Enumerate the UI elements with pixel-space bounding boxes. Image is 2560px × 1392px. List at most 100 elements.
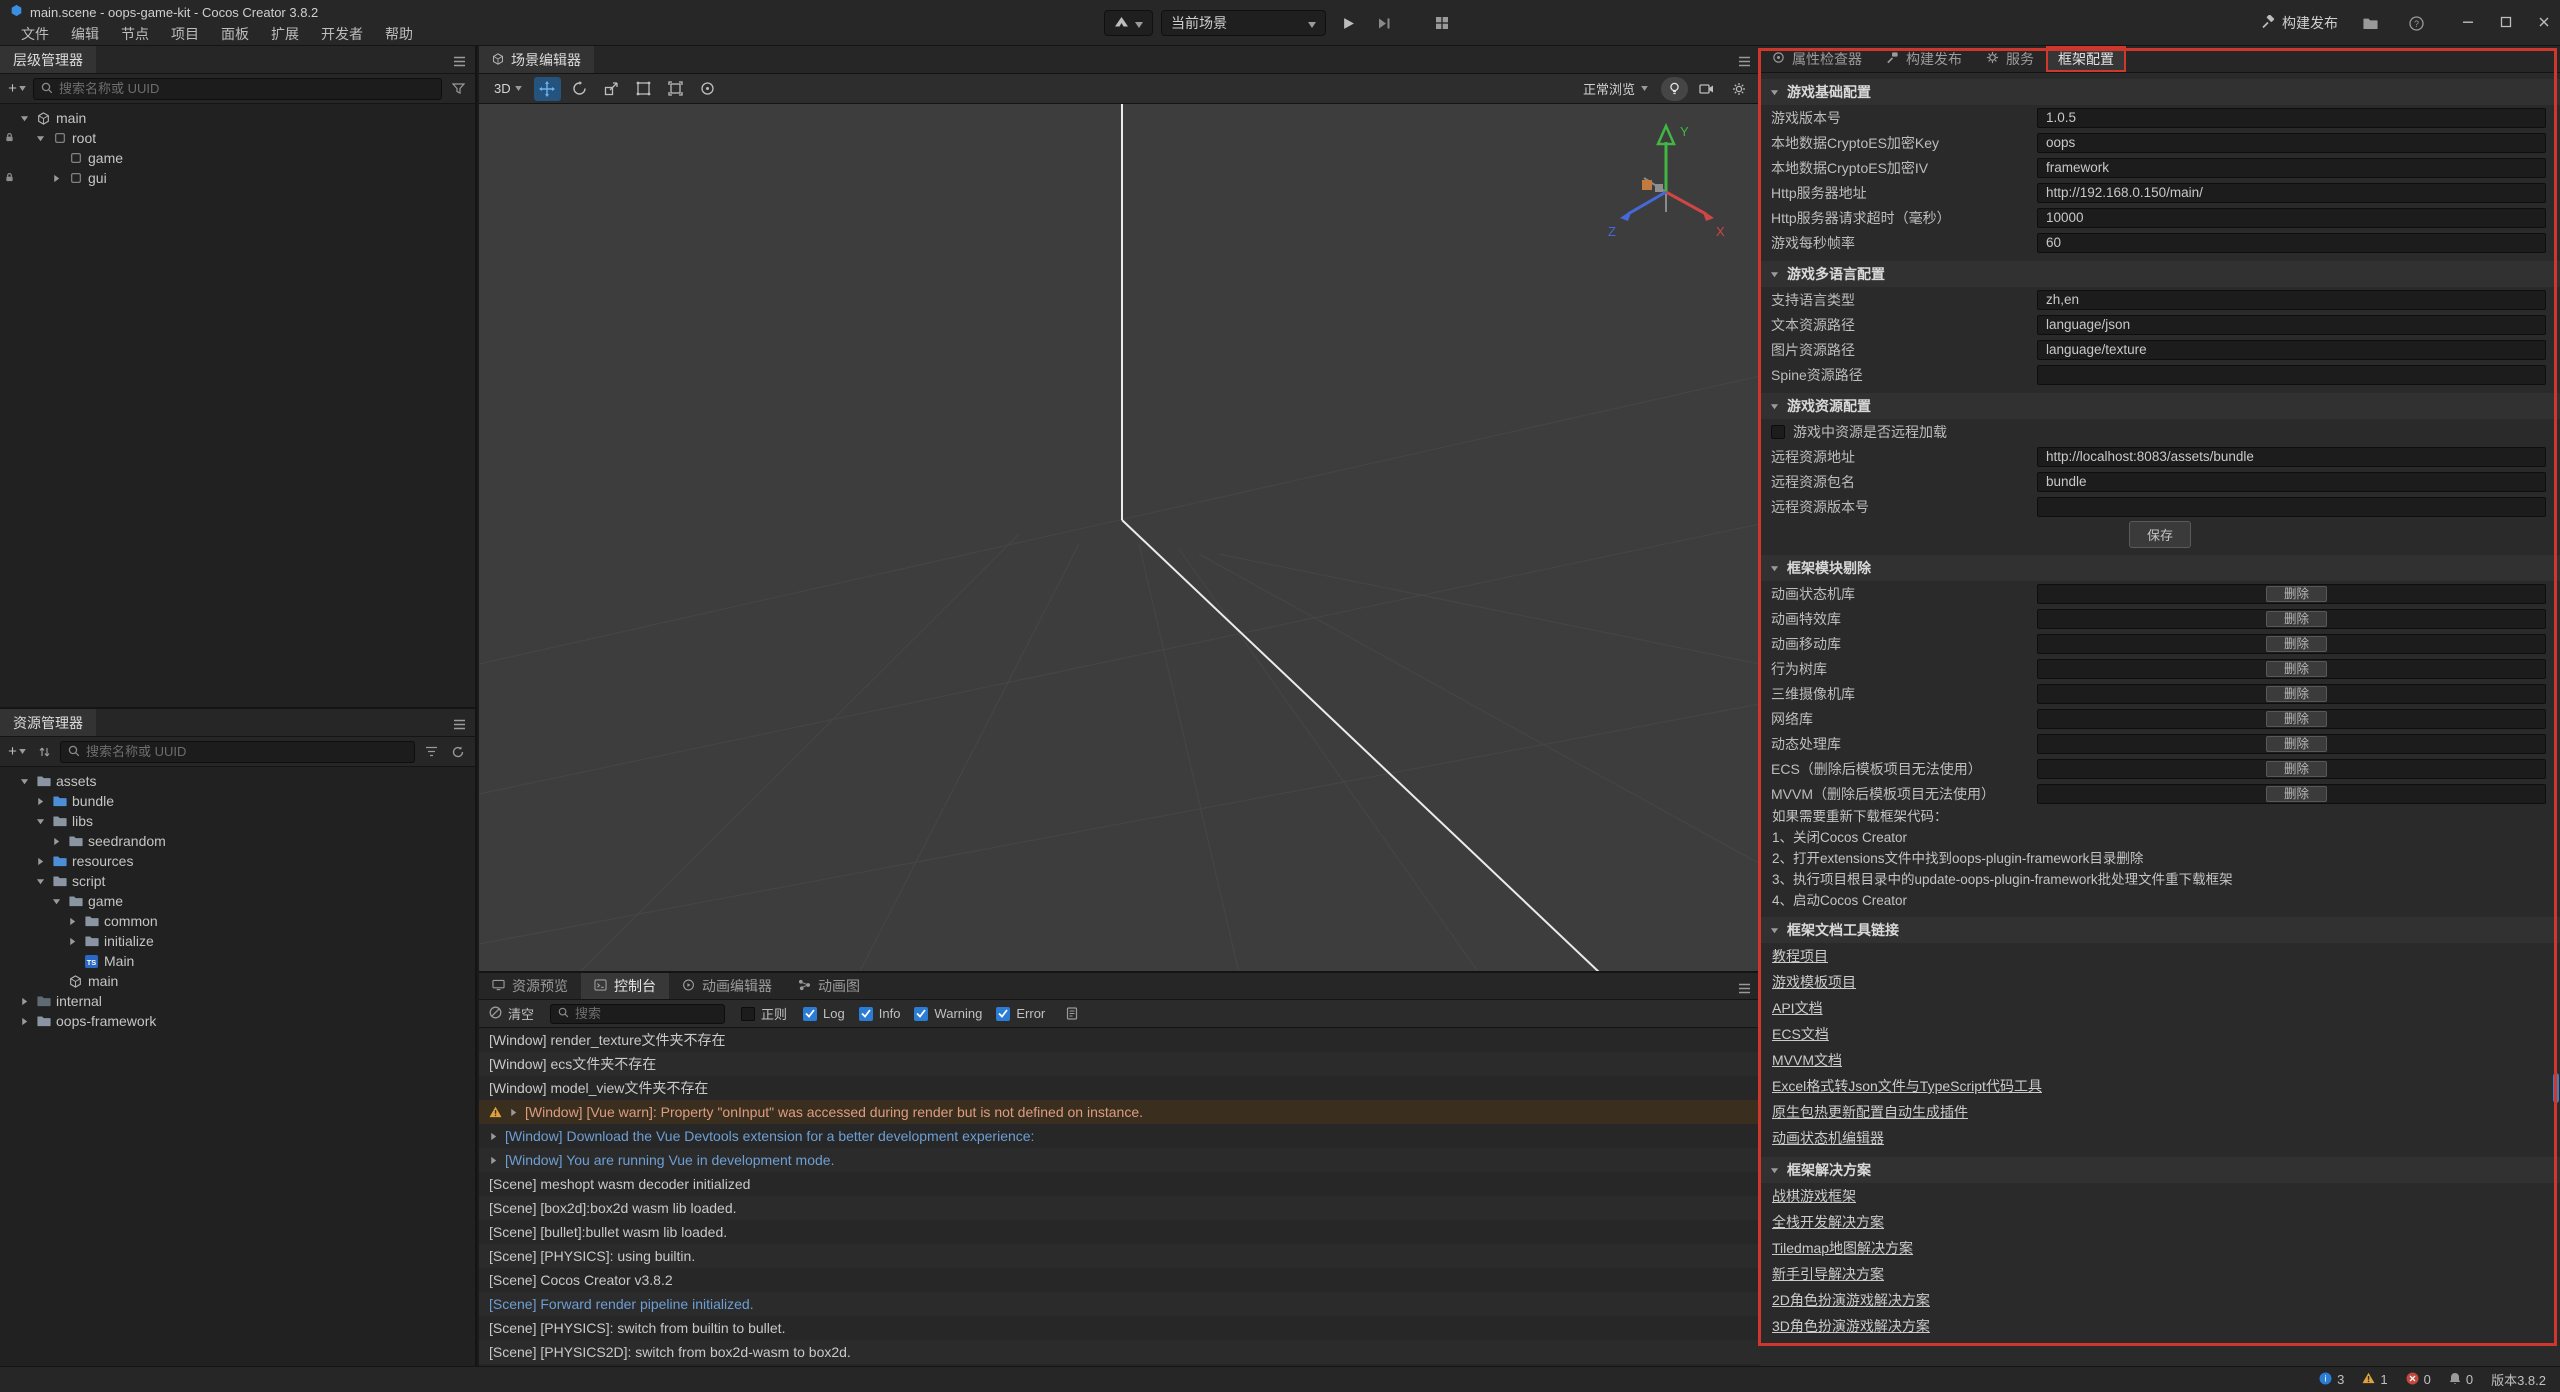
console-clear-button[interactable]: 清空 bbox=[489, 1004, 534, 1023]
status-info-badge[interactable]: i 3 bbox=[2319, 1372, 2344, 1388]
console-search-field[interactable] bbox=[575, 1006, 717, 1021]
menu-item[interactable]: 文件 bbox=[10, 22, 60, 46]
console-log-row[interactable]: [Scene] Cocos Creator v3.8.2 bbox=[479, 1268, 1760, 1292]
section-header[interactable]: 游戏多语言配置 bbox=[1760, 261, 2560, 287]
delete-module-button[interactable]: 删除 bbox=[2266, 736, 2327, 752]
doc-link[interactable]: 原生包热更新配置自动生成插件 bbox=[1772, 1099, 1968, 1125]
play-button[interactable] bbox=[1334, 10, 1362, 36]
field-input[interactable] bbox=[2037, 290, 2546, 310]
scene-editor-tab[interactable]: 场景编辑器 bbox=[479, 46, 594, 73]
arrow-right-icon[interactable] bbox=[34, 797, 47, 806]
hierarchy-search-input[interactable] bbox=[33, 78, 442, 100]
section-header[interactable]: 框架模块剔除 bbox=[1760, 555, 2560, 581]
field-input[interactable] bbox=[2037, 108, 2546, 128]
inspector-tab[interactable]: 服务 bbox=[1974, 46, 2046, 72]
doc-link[interactable]: ECS文档 bbox=[1772, 1021, 1829, 1047]
field-input[interactable] bbox=[2037, 183, 2546, 203]
console-log-row[interactable]: [Scene] [bullet]:bullet wasm lib loaded. bbox=[479, 1220, 1760, 1244]
arrow-down-icon[interactable] bbox=[34, 817, 47, 826]
field-input[interactable] bbox=[2037, 208, 2546, 228]
minimize-button[interactable] bbox=[2462, 15, 2474, 31]
tree-node[interactable]: root bbox=[0, 128, 475, 148]
camera-preview-button[interactable] bbox=[1693, 77, 1720, 101]
field-input[interactable] bbox=[2037, 497, 2546, 517]
axis-gizmo[interactable]: Y X Z bbox=[1596, 114, 1736, 254]
section-header[interactable]: 游戏资源配置 bbox=[1760, 393, 2560, 419]
tree-node[interactable]: main bbox=[0, 108, 475, 128]
refresh-icon[interactable] bbox=[447, 741, 469, 763]
tree-node[interactable]: oops-framework bbox=[0, 1011, 475, 1031]
section-header[interactable]: 框架文档工具链接 bbox=[1760, 917, 2560, 943]
assets-panel-tab[interactable]: 资源管理器 bbox=[0, 709, 96, 736]
arrow-right-icon[interactable] bbox=[50, 174, 63, 183]
tree-node[interactable]: game bbox=[0, 891, 475, 911]
arrow-down-icon[interactable] bbox=[34, 134, 47, 143]
arrow-right-icon[interactable] bbox=[18, 1017, 31, 1026]
console-log-row[interactable]: [Window] You are running Vue in developm… bbox=[479, 1148, 1760, 1172]
maximize-button[interactable] bbox=[2500, 15, 2512, 31]
console-log-row[interactable]: [Window] Download the Vue Devtools exten… bbox=[479, 1124, 1760, 1148]
save-button[interactable]: 保存 bbox=[2129, 521, 2191, 548]
console-tab[interactable]: 资源预览 bbox=[479, 973, 581, 999]
create-node-button[interactable]: + bbox=[6, 78, 28, 100]
doc-link[interactable]: 新手引导解决方案 bbox=[1772, 1261, 1884, 1287]
projection-3d-button[interactable]: 3D bbox=[487, 77, 529, 101]
anchor-tool-button[interactable] bbox=[662, 77, 689, 101]
tree-node[interactable]: gui bbox=[0, 168, 475, 188]
arrow-down-icon[interactable] bbox=[18, 777, 31, 786]
console-tab[interactable]: 动画编辑器 bbox=[669, 973, 785, 999]
console-log-row[interactable]: [Scene] meshopt wasm decoder initialized bbox=[479, 1172, 1760, 1196]
panel-menu-icon[interactable] bbox=[453, 54, 466, 70]
arrow-right-icon[interactable] bbox=[18, 997, 31, 1006]
console-search-input[interactable] bbox=[550, 1004, 725, 1024]
delete-module-button[interactable]: 删除 bbox=[2266, 611, 2327, 627]
arrow-right-icon[interactable] bbox=[66, 917, 79, 926]
expand-arrow-icon[interactable] bbox=[489, 1132, 498, 1141]
menu-item[interactable]: 项目 bbox=[160, 22, 210, 46]
scrollbar-thumb[interactable] bbox=[2553, 1073, 2559, 1103]
sort-assets-icon[interactable] bbox=[33, 741, 55, 763]
status-notification-badge[interactable]: 0 bbox=[2449, 1372, 2473, 1388]
console-log-row[interactable]: [Scene] Forward render pipeline initiali… bbox=[479, 1292, 1760, 1316]
delete-module-button[interactable]: 删除 bbox=[2266, 786, 2327, 802]
arrow-right-icon[interactable] bbox=[34, 857, 47, 866]
create-asset-button[interactable]: + bbox=[6, 741, 28, 763]
build-publish-button[interactable]: 构建发布 bbox=[2261, 13, 2338, 33]
menu-item[interactable]: 开发者 bbox=[310, 22, 374, 46]
section-header[interactable]: 游戏基础配置 bbox=[1760, 79, 2560, 105]
rect-tool-button[interactable] bbox=[630, 77, 657, 101]
tree-node[interactable]: bundle bbox=[0, 791, 475, 811]
arrow-down-icon[interactable] bbox=[50, 897, 63, 906]
filter-icon[interactable] bbox=[420, 741, 442, 763]
menu-item[interactable]: 扩展 bbox=[260, 22, 310, 46]
field-input[interactable] bbox=[2037, 315, 2546, 335]
lighting-toggle-button[interactable] bbox=[1661, 77, 1688, 101]
close-button[interactable] bbox=[2538, 15, 2550, 31]
rotate-tool-button[interactable] bbox=[566, 77, 593, 101]
delete-module-button[interactable]: 删除 bbox=[2266, 661, 2327, 677]
console-log-row[interactable]: [Window] render_texture文件夹不存在 bbox=[479, 1028, 1760, 1052]
expand-arrow-icon[interactable] bbox=[509, 1108, 518, 1117]
console-tab[interactable]: 控制台 bbox=[581, 973, 669, 999]
console-export-icon[interactable] bbox=[1061, 1003, 1083, 1025]
tree-node[interactable]: main bbox=[0, 971, 475, 991]
field-input[interactable] bbox=[2037, 365, 2546, 385]
hierarchy-panel-tab[interactable]: 层级管理器 bbox=[0, 46, 96, 73]
tree-node[interactable]: internal bbox=[0, 991, 475, 1011]
tree-node[interactable]: resources bbox=[0, 851, 475, 871]
console-log-row[interactable]: [Window] [Vue warn]: Property "onInput" … bbox=[479, 1100, 1760, 1124]
console-log-row[interactable]: [Scene] [PHYSICS]: using builtin. bbox=[479, 1244, 1760, 1268]
console-log-row[interactable]: [Window] model_view文件夹不存在 bbox=[479, 1076, 1760, 1100]
doc-link[interactable]: 游戏模板项目 bbox=[1772, 969, 1856, 995]
arrow-down-icon[interactable] bbox=[18, 114, 31, 123]
help-button[interactable]: ? bbox=[2402, 10, 2430, 36]
tree-node[interactable]: common bbox=[0, 911, 475, 931]
delete-module-button[interactable]: 删除 bbox=[2266, 586, 2327, 602]
arrow-right-icon[interactable] bbox=[50, 837, 63, 846]
scene-select[interactable]: 当前场景 bbox=[1161, 10, 1326, 36]
field-input[interactable] bbox=[2037, 133, 2546, 153]
regex-checkbox[interactable]: 正则 bbox=[741, 1004, 787, 1023]
tree-node[interactable]: assets bbox=[0, 771, 475, 791]
field-input[interactable] bbox=[2037, 158, 2546, 178]
tree-node[interactable]: TSMain bbox=[0, 951, 475, 971]
